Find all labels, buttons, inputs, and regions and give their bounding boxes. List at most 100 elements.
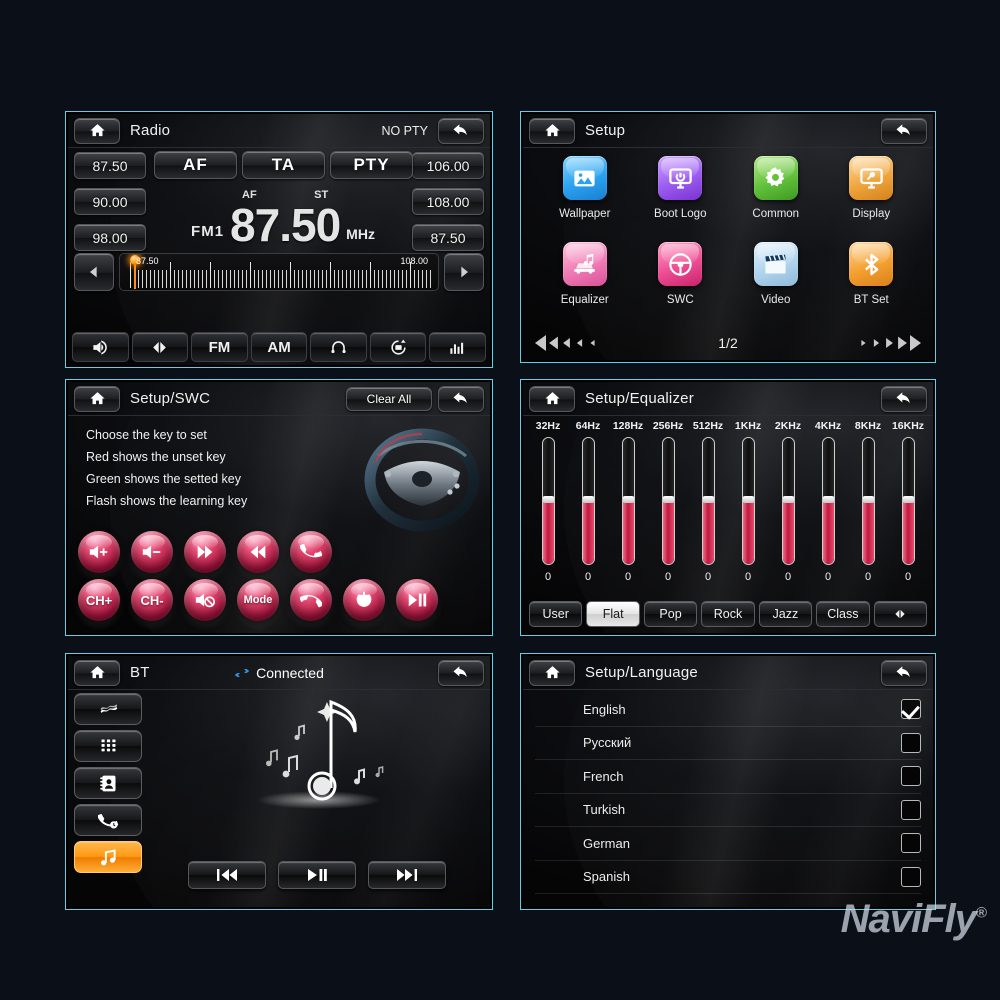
eq-slider-track[interactable] (621, 437, 635, 565)
preset-right-3[interactable]: 87.50 (412, 224, 484, 251)
power-icon[interactable] (343, 579, 385, 621)
language-checkbox[interactable] (901, 866, 921, 887)
home-icon[interactable] (529, 117, 575, 144)
eq-slider-track[interactable] (781, 437, 795, 565)
am-button[interactable]: AM (250, 332, 308, 362)
pty-button[interactable]: PTY (330, 151, 413, 179)
language-checkbox[interactable] (901, 732, 921, 753)
back-arrow-icon[interactable] (438, 117, 484, 144)
af-button[interactable]: AF (154, 151, 237, 179)
next-track-icon[interactable] (368, 861, 446, 889)
setup-item-video[interactable]: Video (728, 242, 824, 328)
play-pause-icon[interactable] (278, 861, 356, 889)
eq-slider-knob[interactable] (662, 496, 674, 503)
home-icon[interactable] (529, 385, 575, 412)
eq-band-128hz[interactable]: 128Hz 0 (609, 420, 647, 583)
eq-slider-knob[interactable] (742, 496, 754, 503)
language-checkbox[interactable] (901, 833, 921, 854)
eq-slider-track[interactable] (821, 437, 835, 565)
preset-left-2[interactable]: 90.00 (74, 188, 146, 215)
language-checkbox[interactable] (901, 799, 921, 820)
eq-slider-track[interactable] (741, 437, 755, 565)
preset-right-1[interactable]: 106.00 (412, 152, 484, 179)
eq-band-4khz[interactable]: 4KHz 0 (809, 420, 847, 583)
eq-band-16khz[interactable]: 16KHz 0 (889, 420, 927, 583)
mode-button[interactable]: Mode (237, 579, 279, 621)
eq-band-32hz[interactable]: 32Hz 0 (529, 420, 567, 583)
ta-button[interactable]: TA (242, 151, 325, 179)
back-arrow-icon[interactable] (881, 385, 927, 412)
setup-item-equalizer[interactable]: Equalizer (537, 242, 633, 328)
clear-all-button[interactable]: Clear All (346, 386, 432, 411)
eq-slider-track[interactable] (701, 437, 715, 565)
setup-item-common[interactable]: Common (728, 156, 824, 242)
preset-left-1[interactable]: 87.50 (74, 152, 146, 179)
language-row[interactable]: German (535, 827, 921, 861)
preset-left-3[interactable]: 98.00 (74, 224, 146, 251)
language-checkbox[interactable] (901, 766, 921, 787)
eq-band-256hz[interactable]: 256Hz 0 (649, 420, 687, 583)
eq-slider-knob[interactable] (862, 496, 874, 503)
eq-band-2khz[interactable]: 2KHz 0 (769, 420, 807, 583)
eq-band-64hz[interactable]: 64Hz 0 (569, 420, 607, 583)
language-row[interactable]: French (535, 760, 921, 794)
fm-button[interactable]: FM (191, 332, 248, 362)
scan-save-icon[interactable] (369, 332, 427, 362)
eq-slider-knob[interactable] (582, 496, 594, 503)
setup-item-swc[interactable]: SWC (633, 242, 729, 328)
setup-item-boot-logo[interactable]: Boot Logo (633, 156, 729, 242)
eq-slider-knob[interactable] (622, 496, 634, 503)
eq-preset-pop[interactable]: Pop (643, 601, 698, 627)
call-log-icon[interactable] (74, 804, 142, 836)
seek-icon[interactable] (131, 332, 189, 362)
language-row[interactable]: Русский (535, 727, 921, 760)
mute-icon[interactable] (184, 579, 226, 621)
eq-preset-rock[interactable]: Rock (701, 601, 755, 627)
eq-slider-knob[interactable] (702, 496, 714, 503)
eq-slider-track[interactable] (661, 437, 675, 565)
next-track-icon[interactable] (184, 531, 226, 573)
music-note-icon[interactable] (74, 841, 142, 873)
page-prev-arrows[interactable] (535, 335, 598, 351)
eq-band-512hz[interactable]: 512Hz 0 (689, 420, 727, 583)
headphone-icon[interactable] (310, 332, 367, 362)
eq-preset-user[interactable]: User (529, 601, 583, 627)
home-icon[interactable] (74, 385, 120, 412)
balance-fader-icon[interactable] (873, 601, 927, 627)
phone-answer-icon[interactable] (290, 531, 332, 573)
eq-preset-flat[interactable]: Flat (586, 601, 640, 627)
tuning-scale[interactable]: 87.50 108.00 (119, 253, 439, 291)
back-arrow-icon[interactable] (881, 659, 927, 686)
triangle-left-icon[interactable] (74, 253, 114, 291)
setup-item-bt-set[interactable]: BT Set (824, 242, 920, 328)
setup-item-display[interactable]: Display (824, 156, 920, 242)
equalizer-bars-icon[interactable] (429, 332, 487, 362)
eq-slider-track[interactable] (581, 437, 595, 565)
eq-slider-track[interactable] (541, 437, 555, 565)
phone-hangup-icon[interactable] (290, 579, 332, 621)
preset-right-2[interactable]: 108.00 (412, 188, 484, 215)
eq-band-8khz[interactable]: 8KHz 0 (849, 420, 887, 583)
eq-slider-knob[interactable] (782, 496, 794, 503)
eq-slider-knob[interactable] (902, 496, 914, 503)
ch-up-button[interactable]: CH+ (78, 579, 120, 621)
home-icon[interactable] (74, 117, 120, 144)
home-icon[interactable] (74, 659, 120, 686)
language-row[interactable]: Turkish (535, 794, 921, 827)
eq-slider-knob[interactable] (822, 496, 834, 503)
keypad-icon[interactable] (74, 730, 142, 762)
volume-icon[interactable] (72, 332, 129, 362)
volume-down-icon[interactable] (131, 531, 173, 573)
language-checkbox[interactable] (901, 699, 921, 720)
bt-pair-icon[interactable] (74, 693, 142, 725)
eq-preset-class[interactable]: Class (816, 601, 870, 627)
language-row[interactable]: English (535, 693, 921, 727)
eq-band-1khz[interactable]: 1KHz 0 (729, 420, 767, 583)
eq-preset-jazz[interactable]: Jazz (758, 601, 813, 627)
eq-slider-knob[interactable] (542, 496, 554, 503)
eq-slider-track[interactable] (861, 437, 875, 565)
contacts-icon[interactable] (74, 767, 142, 799)
volume-up-icon[interactable] (78, 531, 120, 573)
eq-slider-track[interactable] (901, 437, 915, 565)
setup-item-wallpaper[interactable]: Wallpaper (537, 156, 633, 242)
